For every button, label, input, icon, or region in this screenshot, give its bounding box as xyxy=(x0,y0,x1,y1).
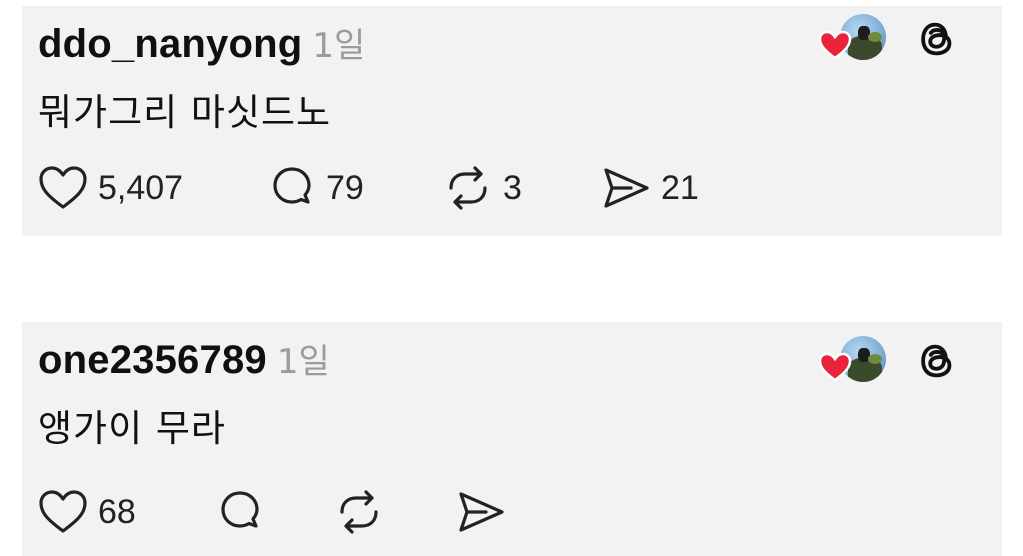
liked-heart-icon xyxy=(818,352,852,382)
reply-button[interactable]: 79 xyxy=(268,164,443,212)
share-icon xyxy=(604,168,649,208)
threads-icon[interactable] xyxy=(914,16,960,62)
post-header: ddo_nanyong 1일 xyxy=(38,18,365,67)
repost-icon xyxy=(449,166,487,210)
share-button[interactable] xyxy=(456,489,516,535)
post-text: 앵가이 무라 xyxy=(38,407,226,450)
liked-heart-icon xyxy=(818,30,852,60)
post-time: 1일 xyxy=(276,342,330,382)
username[interactable]: one2356789 xyxy=(38,338,267,383)
threads-icon[interactable] xyxy=(914,338,960,384)
repost-button[interactable] xyxy=(334,488,456,536)
liked-by-author-indicator xyxy=(818,336,886,386)
like-count: 68 xyxy=(98,492,136,531)
repost-count: 3 xyxy=(503,168,522,207)
post-card[interactable]: ddo_nanyong 1일 뭐가그리 마싯드노 5,407 79 3 21 xyxy=(22,6,1002,236)
post-actions: 5,407 79 3 21 xyxy=(38,164,699,212)
heart-icon xyxy=(39,490,87,533)
reply-button[interactable] xyxy=(216,488,334,536)
share-count: 21 xyxy=(661,168,699,207)
heart-icon xyxy=(39,166,87,209)
like-button[interactable]: 68 xyxy=(38,489,216,535)
reply-icon xyxy=(221,491,259,528)
username[interactable]: ddo_nanyong xyxy=(38,22,302,67)
like-button[interactable]: 5,407 xyxy=(38,165,268,211)
repost-icon xyxy=(340,490,378,534)
reply-icon xyxy=(273,167,311,204)
share-button[interactable]: 21 xyxy=(601,165,699,211)
repost-button[interactable]: 3 xyxy=(443,164,601,212)
post-header: one2356789 1일 xyxy=(38,334,330,383)
post-time: 1일 xyxy=(312,26,366,66)
share-icon xyxy=(459,492,504,532)
reply-count: 79 xyxy=(326,168,364,207)
post-text: 뭐가그리 마싯드노 xyxy=(38,91,332,134)
post-actions: 68 xyxy=(38,488,516,536)
post-card[interactable]: one2356789 1일 앵가이 무라 68 xyxy=(22,322,1002,556)
liked-by-author-indicator xyxy=(818,14,886,64)
like-count: 5,407 xyxy=(98,168,184,207)
